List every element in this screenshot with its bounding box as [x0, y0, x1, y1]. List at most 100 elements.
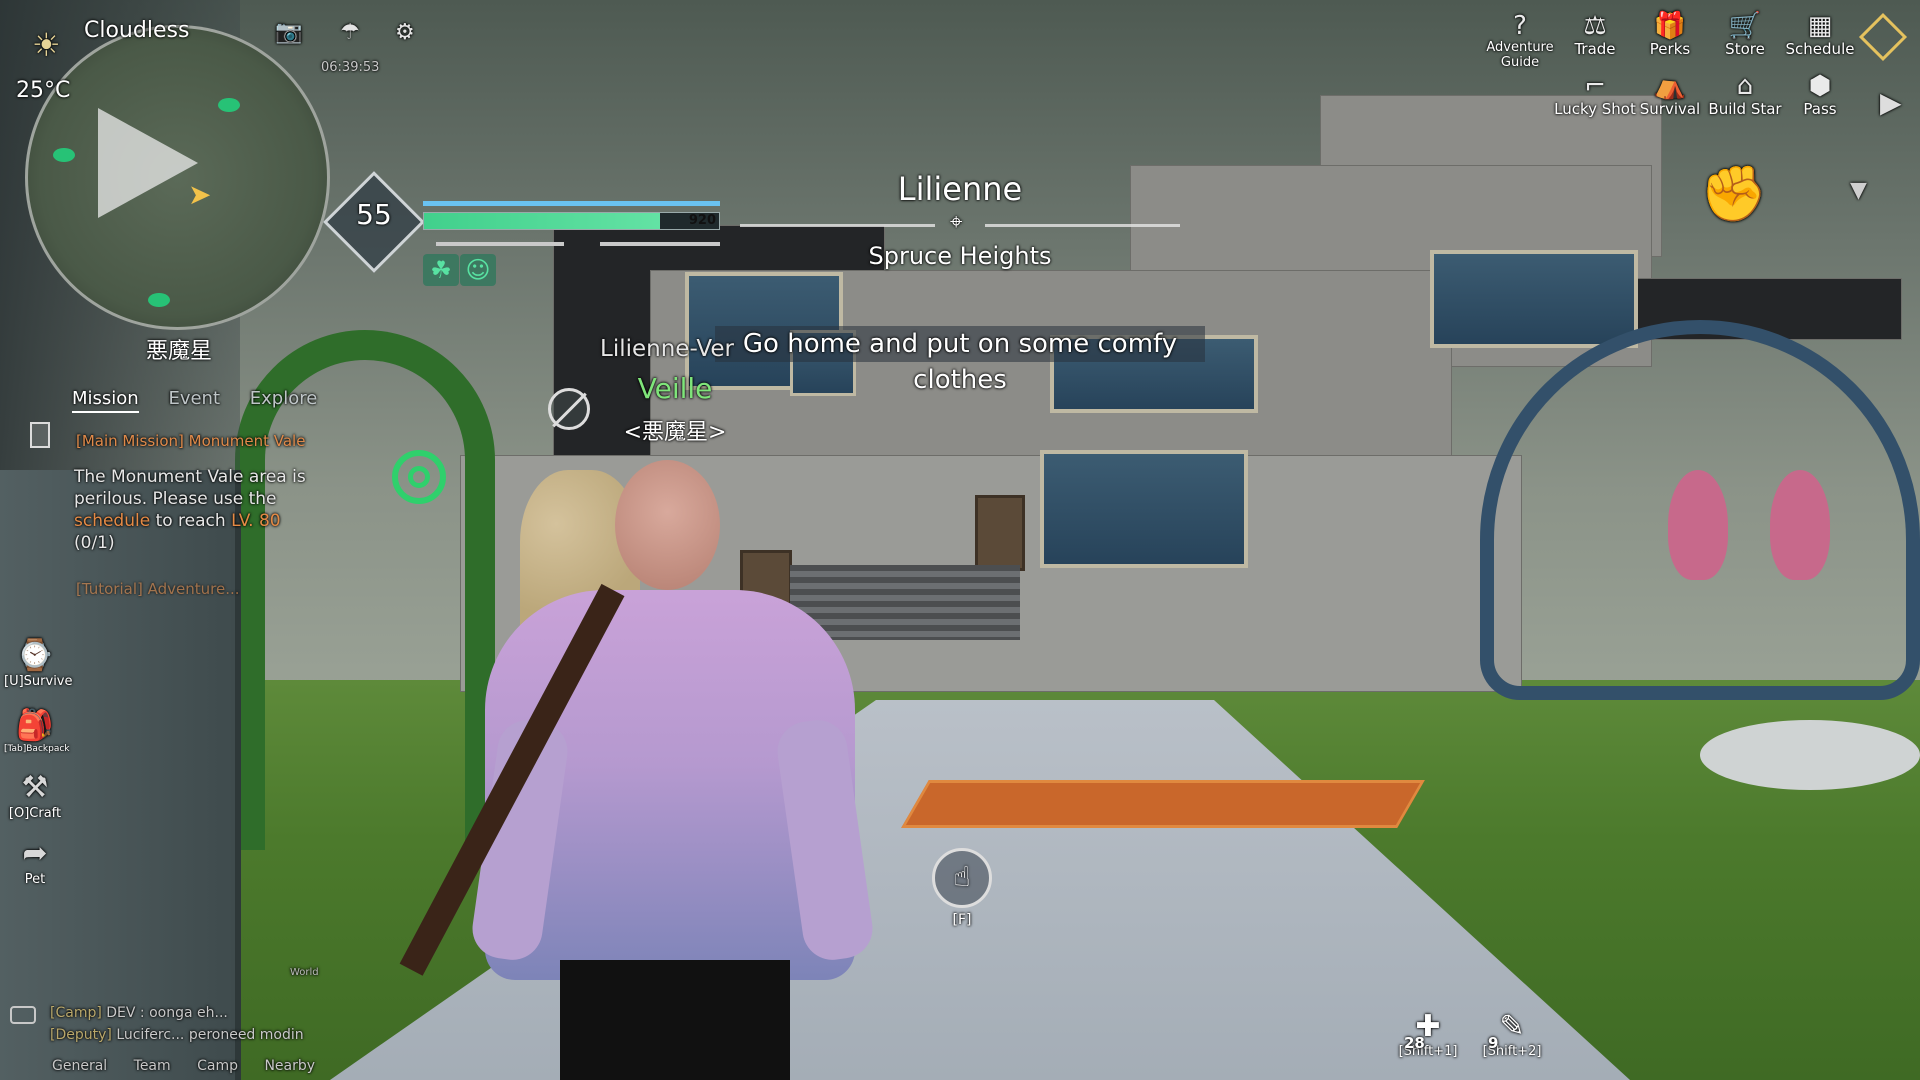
house-icon: ⌂ — [1736, 71, 1754, 101]
tab-mission[interactable]: Mission — [72, 388, 139, 413]
npc-name: Veille — [637, 372, 713, 405]
perks-button[interactable]: 🎁 Perks — [1628, 12, 1712, 58]
lucky-shot-button[interactable]: ⌐ Lucky Shot — [1553, 72, 1637, 118]
menu-label: Lucky Shot — [1554, 100, 1636, 118]
pet-button[interactable]: ➦ Pet — [4, 836, 66, 887]
menu-label: Build Star — [1708, 100, 1782, 118]
door — [975, 495, 1025, 571]
player-head — [615, 460, 720, 590]
chat-channel: [Deputy] — [50, 1027, 112, 1043]
dining-table — [1700, 720, 1920, 790]
trade-button[interactable]: ⚖ Trade — [1553, 12, 1637, 58]
map-marker-icon — [148, 293, 170, 307]
player-legs — [560, 960, 790, 1080]
build-star-button[interactable]: ⌂ Build Star — [1703, 72, 1787, 118]
adventure-guide-icon: ? — [1513, 11, 1527, 41]
menu-label: Store — [1725, 40, 1765, 58]
mission-tabs: Mission Event Explore — [72, 388, 341, 413]
menu-label: Trade — [1574, 40, 1616, 58]
weather-label: Cloudless — [84, 18, 190, 43]
chat-tab-camp[interactable]: Camp — [197, 1058, 238, 1074]
craft-label: [O]Craft — [8, 806, 62, 821]
sun-icon: ☀ — [32, 26, 61, 64]
tab-explore[interactable]: Explore — [250, 388, 318, 409]
robot-icon[interactable]: ⚙ — [395, 20, 415, 45]
objective-banner: Go home and put on some comfy clothes — [715, 326, 1205, 395]
menu-label: Pass — [1803, 100, 1837, 118]
craft-icon: ⚒ — [21, 770, 49, 805]
survival-button[interactable]: ⛺ Survival — [1628, 72, 1712, 118]
mission-title[interactable]: [Main Mission] Monument Vale — [76, 432, 305, 450]
mission-highlight: schedule — [74, 511, 151, 531]
ring-target-icon[interactable] — [392, 450, 446, 504]
calendar-icon: ▦ — [1807, 11, 1833, 41]
backpack-label: [Tab]Backpack — [4, 744, 70, 754]
window — [1040, 450, 1248, 568]
slot-count: 28 — [1404, 1034, 1425, 1052]
map-location-name: 悪魔星 — [146, 339, 213, 364]
camera-icon[interactable]: 📷 — [275, 20, 302, 45]
fist-icon[interactable]: ✊ — [1700, 162, 1767, 226]
mission-description[interactable]: The Monument Vale area is perilous. Plea… — [74, 466, 314, 554]
tab-event[interactable]: Event — [168, 388, 220, 409]
menu-expand-arrow-icon[interactable]: ▶ — [1880, 86, 1902, 119]
mission-level: LV. 80 — [231, 511, 281, 531]
survival-icon: ⛺ — [1653, 71, 1687, 101]
quick-slot-syringe[interactable]: ✎ 9 [Shift+2] — [1480, 1010, 1544, 1060]
menu-label: Perks — [1649, 40, 1691, 58]
chat-tab-general[interactable]: General — [52, 1058, 107, 1074]
craft-button[interactable]: ⚒ [O]Craft — [4, 770, 66, 821]
interact-key: [F] — [952, 912, 972, 928]
parachute-icon[interactable]: ☂ — [340, 20, 360, 45]
document-icon[interactable] — [30, 422, 50, 448]
map-marker-icon — [218, 98, 240, 112]
menu-label: Schedule — [1785, 40, 1855, 58]
slot-count: 9 — [1488, 1034, 1499, 1052]
survive-button[interactable]: ⌚ [U]Survive — [4, 638, 73, 689]
menu-label: Survival — [1639, 100, 1701, 118]
gun-icon: ⌐ — [1584, 71, 1606, 101]
buff-mood-icon: ☺ — [460, 254, 496, 286]
survive-icon: ⌚ — [16, 638, 54, 673]
chat-text: Luciferc... peroneed modin — [116, 1027, 304, 1043]
chat-tab-team[interactable]: Team — [134, 1058, 171, 1074]
badge-icon: ⬢ — [1808, 71, 1832, 101]
hand-icon[interactable]: ☝ — [932, 848, 992, 908]
gift-icon: 🎁 — [1653, 11, 1687, 41]
chat-text: DEV : oonga eh... — [106, 1005, 228, 1021]
hp-value: 920 — [688, 213, 716, 228]
chevron-down-icon[interactable]: ▼ — [1850, 178, 1867, 203]
energy-bar — [600, 242, 720, 246]
minimap[interactable]: ➤ — [25, 25, 330, 330]
cart-icon: 🛒 — [1728, 11, 1762, 41]
location-divider — [985, 224, 1180, 227]
pass-button[interactable]: ⬢ Pass — [1778, 72, 1862, 118]
player-arrow-icon: ➤ — [188, 178, 212, 211]
survive-label: [U]Survive — [4, 674, 73, 689]
rug — [901, 780, 1425, 828]
temperature: 25°C — [16, 78, 71, 103]
store-button[interactable]: 🛒 Store — [1703, 12, 1787, 58]
window — [1430, 250, 1638, 348]
mission-next-title[interactable]: [Tutorial] Adventure... — [76, 580, 240, 598]
chat-log[interactable]: World [Camp] DEV : oonga eh... [Deputy] … — [50, 967, 319, 1043]
chat-tab-nearby[interactable]: Nearby — [264, 1058, 315, 1074]
game-clock: 06:39:53 — [321, 60, 380, 75]
backpack-button[interactable]: 🎒 [Tab]Backpack — [4, 708, 70, 754]
schedule-button[interactable]: ▦ Schedule — [1778, 12, 1862, 58]
chat-icon[interactable] — [10, 1006, 36, 1024]
world-chat-label: World — [290, 967, 319, 978]
adventure-guide-button[interactable]: ? Adventure Guide — [1478, 12, 1562, 70]
mission-text: to reach — [150, 511, 232, 531]
npc-guild: <悪魔星> — [623, 420, 727, 445]
location-pin-icon: ⌖ — [950, 210, 963, 235]
chat-line: [Deputy] Luciferc... peroneed modin — [50, 1027, 304, 1043]
location-name: Lilienne — [897, 170, 1023, 208]
chat-channel: [Camp] — [50, 1005, 102, 1021]
pet-icon: ➦ — [22, 836, 48, 871]
scales-icon: ⚖ — [1583, 11, 1607, 41]
quick-slot-medkit[interactable]: ✚ 28 [Shift+1] — [1396, 1010, 1460, 1060]
menu-label: Adventure Guide — [1486, 40, 1554, 70]
npc-tag: Lilienne-Ver — [600, 336, 734, 362]
chat-tabs: General Team Camp Nearby — [52, 1058, 337, 1074]
